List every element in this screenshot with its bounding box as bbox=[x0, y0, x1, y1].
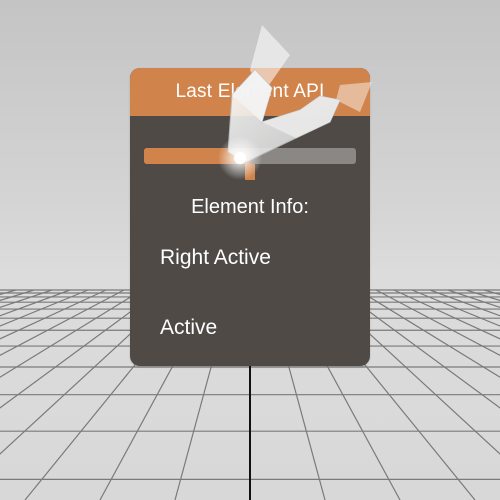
element-info-heading: Element Info: bbox=[191, 196, 309, 218]
right-status-text: Right Active bbox=[160, 246, 271, 269]
value-slider[interactable] bbox=[144, 148, 356, 164]
panel-title: Last Element API bbox=[175, 81, 325, 102]
vr-scene: Last Element API Element Info: Right Act… bbox=[0, 0, 500, 500]
slider-fill bbox=[144, 148, 250, 164]
panel-header: Last Element API bbox=[130, 68, 370, 116]
ui-panel: Last Element API Element Info: Right Act… bbox=[130, 68, 370, 366]
active-status-text: Active bbox=[160, 316, 218, 339]
slider-handle[interactable] bbox=[245, 164, 255, 180]
pointer-ray bbox=[249, 366, 251, 500]
